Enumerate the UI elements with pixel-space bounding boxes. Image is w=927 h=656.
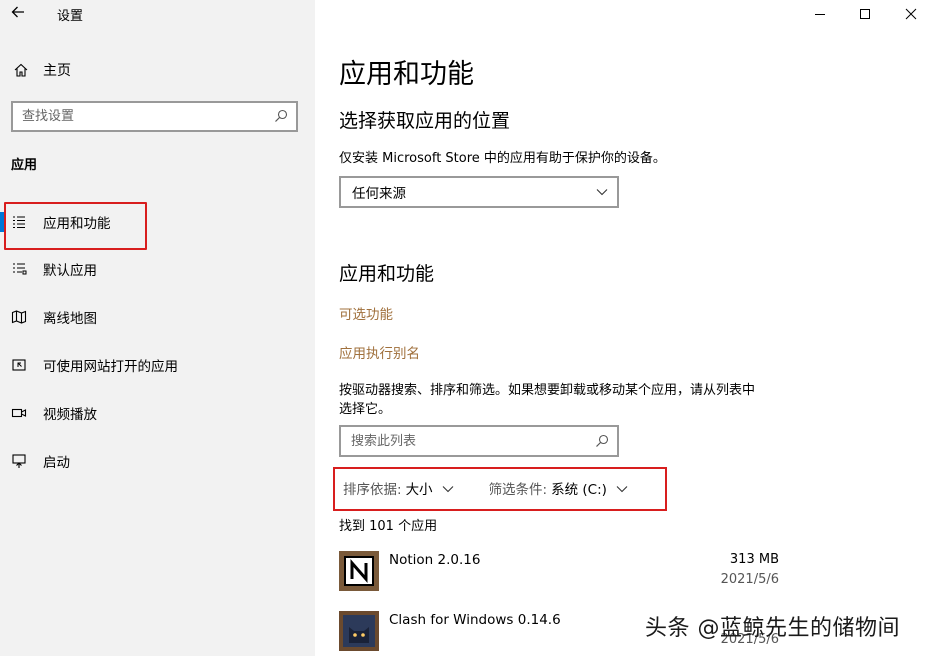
close-icon	[905, 8, 917, 20]
minimize-button[interactable]	[797, 4, 843, 24]
sidebar-item-web-apps[interactable]: 可使用网站打开的应用	[0, 345, 315, 385]
page-title: 应用和功能	[339, 59, 474, 90]
app-list-item[interactable]: Notion 2.0.16 313 MB 2021/5/6	[339, 551, 779, 591]
apps-search-box[interactable]	[339, 425, 619, 457]
settings-search-box[interactable]	[11, 101, 298, 132]
maximize-icon	[860, 9, 870, 19]
back-button[interactable]	[10, 4, 30, 24]
app-date: 2021/5/6	[720, 572, 779, 587]
maximize-button[interactable]	[842, 4, 888, 24]
highlight-box-apps-features	[4, 202, 147, 250]
chevron-down-icon	[596, 189, 608, 196]
sidebar-item-label: 默认应用	[43, 263, 97, 279]
highlight-box-sort-filter	[333, 467, 667, 511]
description-line: 选择它。	[339, 402, 392, 417]
apps-search-description: 按驱动器搜索、排序和筛选。如果想要卸载或移动某个应用，请从列表中 选择它。	[339, 381, 755, 419]
app-name: Clash for Windows 0.14.6	[389, 612, 561, 628]
app-name: Notion 2.0.16	[389, 552, 481, 568]
sidebar: 设置 主页 应用 应用和功能 默认应用 离线地图 可使用网站打开的应用	[0, 0, 315, 656]
watermark-text: 头条 @蓝鲸先生的储物间	[645, 616, 900, 641]
sidebar-item-label: 离线地图	[43, 311, 97, 327]
minimize-icon	[815, 14, 825, 15]
default-apps-icon	[10, 260, 28, 278]
dropdown-value: 任何来源	[352, 186, 406, 202]
startup-icon	[10, 452, 28, 470]
app-size: 313 MB	[729, 552, 779, 567]
main-content: 应用和功能 选择获取应用的位置 仅安装 Microsoft Store 中的应用…	[315, 0, 927, 656]
notion-icon	[339, 551, 379, 591]
apps-features-heading: 应用和功能	[339, 263, 435, 285]
map-icon	[10, 308, 28, 326]
install-source-description: 仅安装 Microsoft Store 中的应用有助于保护你的设备。	[339, 151, 666, 166]
home-nav[interactable]: 主页	[12, 60, 71, 80]
sidebar-item-startup[interactable]: 启动	[0, 441, 315, 481]
video-icon	[10, 404, 28, 422]
home-icon	[12, 61, 30, 79]
sidebar-item-label: 可使用网站打开的应用	[43, 359, 178, 375]
sidebar-item-video-playback[interactable]: 视频播放	[0, 393, 315, 433]
search-icon	[275, 109, 288, 122]
web-app-icon	[10, 356, 28, 374]
sidebar-item-offline-maps[interactable]: 离线地图	[0, 297, 315, 337]
search-icon	[596, 434, 609, 447]
sidebar-item-label: 启动	[43, 455, 70, 471]
sidebar-item-label: 视频播放	[43, 407, 97, 423]
window-title: 设置	[57, 9, 84, 24]
section-title: 应用	[11, 158, 38, 173]
install-source-heading: 选择获取应用的位置	[339, 110, 511, 132]
app-count: 找到 101 个应用	[339, 519, 438, 534]
install-source-dropdown[interactable]: 任何来源	[339, 176, 619, 208]
settings-search-input[interactable]	[13, 103, 296, 130]
app-execution-alias-link[interactable]: 应用执行别名	[339, 342, 420, 362]
clash-cat-icon	[339, 611, 379, 651]
close-button[interactable]	[888, 4, 927, 24]
sidebar-item-default-apps[interactable]: 默认应用	[0, 249, 315, 289]
home-label: 主页	[43, 63, 71, 79]
optional-features-link[interactable]: 可选功能	[339, 303, 393, 323]
description-line: 按驱动器搜索、排序和筛选。如果想要卸载或移动某个应用，请从列表中	[339, 383, 756, 398]
apps-search-input[interactable]	[341, 427, 617, 455]
back-arrow-icon	[11, 6, 24, 18]
